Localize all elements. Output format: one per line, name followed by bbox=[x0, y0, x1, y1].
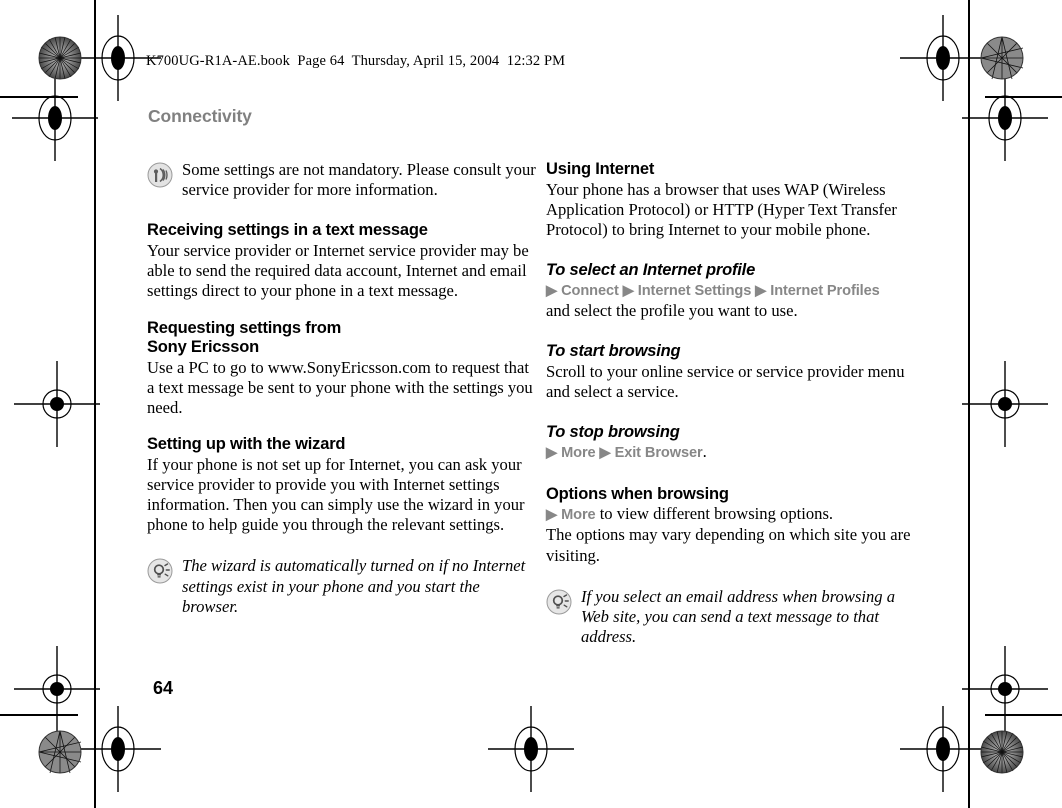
section-body: Your phone has a browser that uses WAP (… bbox=[546, 179, 897, 239]
menu-path[interactable]: ▶ Connect ▶ Internet Settings ▶ Internet… bbox=[546, 281, 926, 301]
signal-note-icon bbox=[147, 162, 173, 188]
section-heading: To select an Internet profile bbox=[546, 261, 756, 280]
note-email-address-browsing: If you select an email address when brow… bbox=[546, 587, 926, 648]
menu-path[interactable]: ▶ More bbox=[546, 507, 596, 523]
section-heading: To stop browsing bbox=[546, 422, 680, 441]
printed-page: K700UG-R1A-AE.book Page 64 Thursday, Apr… bbox=[0, 0, 1062, 808]
section-select-internet-profile: To select an Internet profile ▶ Connect … bbox=[546, 261, 926, 321]
menu-path-row[interactable]: ▶ More ▶ Exit Browser. bbox=[546, 442, 926, 463]
section-start-browsing: To start browsing Scroll to your online … bbox=[546, 342, 926, 402]
section-body: Your service provider or Internet servic… bbox=[147, 240, 529, 301]
section-receiving-settings: Receiving settings in a text message You… bbox=[147, 221, 539, 301]
section-heading-line2: Sony Ericsson bbox=[147, 338, 260, 357]
note-text: Some settings are not mandatory. Please … bbox=[182, 160, 536, 200]
menu-path-period: . bbox=[702, 442, 707, 462]
registration-crosshair-left-edge-middle bbox=[14, 361, 100, 447]
section-body: Use a PC to go to www.SonyEricsson.com t… bbox=[147, 357, 533, 417]
registration-rosette-top-left bbox=[38, 36, 82, 80]
section-heading: Receiving settings in a text message bbox=[147, 221, 428, 240]
page-number: 64 bbox=[153, 678, 174, 698]
left-column: Some settings are not mandatory. Please … bbox=[147, 160, 539, 617]
menu-path[interactable]: ▶ More ▶ Exit Browser bbox=[546, 445, 703, 461]
note-text: If you select an email address when brow… bbox=[581, 586, 896, 647]
registration-rosette-bottom-right bbox=[980, 730, 1024, 774]
section-heading-line1: Requesting settings from bbox=[147, 318, 342, 337]
section-heading: To start browsing bbox=[546, 342, 681, 361]
registration-crosshair-left-edge-bottom bbox=[14, 646, 100, 732]
registration-crosshair-right-edge-middle bbox=[962, 361, 1048, 447]
menu-path-row[interactable]: ▶ More to view different browsing option… bbox=[546, 504, 926, 525]
registration-crosshair-bottom-center bbox=[488, 706, 574, 792]
page-title: Connectivity bbox=[148, 106, 252, 126]
section-body: Scroll to your online service or service… bbox=[546, 361, 905, 401]
section-body: The options may vary depending on which … bbox=[546, 525, 911, 565]
registration-crosshair-right-edge-top bbox=[962, 75, 1048, 161]
registration-rosette-top-right bbox=[980, 36, 1024, 80]
book-file-header: K700UG-R1A-AE.book Page 64 Thursday, Apr… bbox=[146, 53, 566, 69]
right-column: Using Internet Your phone has a browser … bbox=[546, 160, 926, 647]
section-requesting-settings: Requesting settings from Sony Ericsson U… bbox=[147, 319, 539, 419]
section-heading: Using Internet bbox=[546, 160, 655, 178]
note-wizard-auto-on: The wizard is automatically turned on if… bbox=[147, 556, 539, 617]
section-using-internet: Using Internet Your phone has a browser … bbox=[546, 160, 926, 240]
section-body: and select the profile you want to use. bbox=[546, 300, 798, 320]
section-stop-browsing: To stop browsing ▶ More ▶ Exit Browser. bbox=[546, 423, 926, 464]
menu-path-trailing-text: to view different browsing options. bbox=[595, 504, 834, 524]
section-options-when-browsing: Options when browsing ▶ More to view dif… bbox=[546, 485, 926, 566]
note-settings-not-mandatory: Some settings are not mandatory. Please … bbox=[147, 160, 539, 200]
registration-crosshair-right-edge-bottom bbox=[962, 646, 1048, 732]
registration-rosette-bottom-left bbox=[38, 730, 82, 774]
tip-bulb-icon bbox=[546, 589, 572, 615]
section-heading: Setting up with the wizard bbox=[147, 435, 346, 454]
section-heading: Options when browsing bbox=[546, 484, 729, 503]
section-setting-up-wizard: Setting up with the wizard If your phone… bbox=[147, 435, 539, 535]
registration-crosshair-left-edge-top bbox=[12, 75, 98, 161]
note-text: The wizard is automatically turned on if… bbox=[182, 556, 526, 616]
section-body: If your phone is not set up for Internet… bbox=[147, 454, 525, 535]
tip-bulb-icon bbox=[147, 558, 173, 584]
